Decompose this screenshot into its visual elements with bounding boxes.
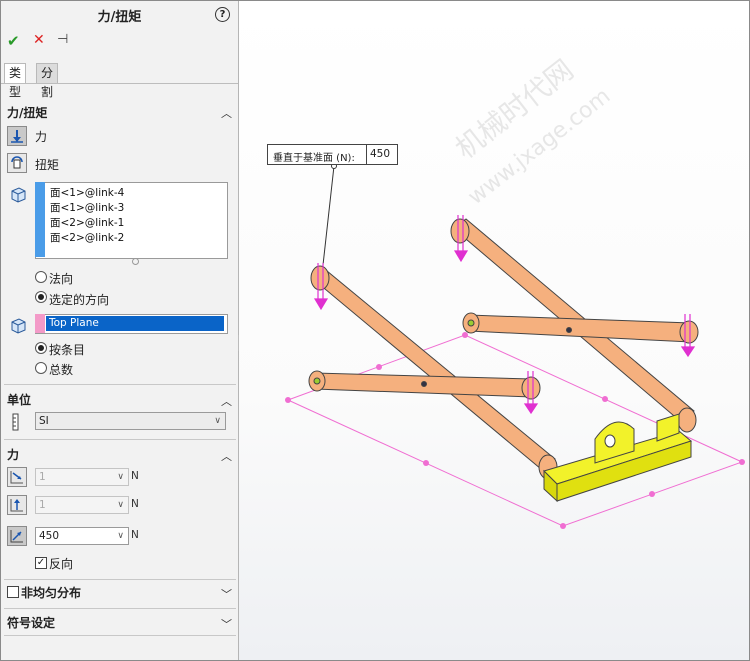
chevron-down-icon: ∨ xyxy=(117,531,124,541)
force-x-value: 1 xyxy=(39,471,46,483)
mechanism-links xyxy=(308,218,699,480)
force-z-value: 450 xyxy=(39,530,60,542)
force-callout[interactable]: 垂直于基准面 (N): 450 xyxy=(267,144,398,165)
resize-handle[interactable] xyxy=(132,258,139,265)
force-type-button[interactable] xyxy=(7,126,27,146)
section-header-force-torque[interactable]: 力/扭矩 xyxy=(7,104,47,121)
model-canvas: 机械时代网 www.jxage.com xyxy=(285,53,745,529)
direction-y-icon xyxy=(10,499,23,512)
list-item[interactable]: 面<2>@link-2 xyxy=(50,230,124,245)
plane-color-bar xyxy=(35,314,45,333)
face-selection-icon xyxy=(8,184,28,204)
divider xyxy=(4,579,236,580)
unit-system-value: SI xyxy=(39,415,49,427)
section-header-nonuniform[interactable]: 非均匀分布 xyxy=(21,584,81,601)
chevron-down-icon: ∨ xyxy=(214,416,221,426)
list-item[interactable]: 面<1>@link-3 xyxy=(50,200,124,215)
plane-value[interactable]: Top Plane xyxy=(46,316,224,331)
force-label: 力 xyxy=(35,130,48,144)
radio-selected-direction-label: 选定的方向 xyxy=(49,293,110,307)
nonuniform-checkbox[interactable] xyxy=(7,586,19,598)
panel-title: 力/扭矩 xyxy=(97,10,142,25)
direction-z-button[interactable] xyxy=(7,526,27,546)
face-selection-list[interactable]: 面<1>@link-4 面<1>@link-3 面<2>@link-1 面<2>… xyxy=(35,182,228,259)
divider xyxy=(4,608,236,609)
list-item[interactable]: 面<1>@link-4 xyxy=(50,185,124,200)
section-header-units[interactable]: 单位 xyxy=(7,391,31,408)
torque-label: 扭矩 xyxy=(35,158,60,172)
tab-divider xyxy=(1,83,238,84)
direction-z-icon xyxy=(10,530,23,543)
force-y-input[interactable]: 1 ∨ xyxy=(35,496,129,514)
chevron-up-icon[interactable]: ︿ xyxy=(221,393,232,409)
force-y-value: 1 xyxy=(39,499,46,511)
direction-y-button[interactable] xyxy=(7,495,27,515)
divider xyxy=(4,439,236,440)
chevron-down-icon: ∨ xyxy=(117,500,124,510)
plane-selection-icon xyxy=(8,315,28,335)
face-list-color-bar xyxy=(35,182,45,257)
graphics-viewport[interactable]: 机械时代网 www.jxage.com 垂直于基准面 (N): 450 xyxy=(239,1,749,660)
callout-value[interactable]: 450 xyxy=(366,145,397,164)
reverse-label: 反向 xyxy=(49,557,74,571)
divider xyxy=(4,635,236,636)
force-z-unit: N xyxy=(131,529,139,541)
ruler-icon xyxy=(11,413,21,434)
watermark: 机械时代网 www.jxage.com xyxy=(449,53,615,210)
pin-icon[interactable]: ⊣ xyxy=(57,32,68,47)
callout-label: 垂直于基准面 (N): xyxy=(273,153,355,164)
section-header-symbol[interactable]: 符号设定 xyxy=(7,614,55,631)
force-y-unit: N xyxy=(131,498,139,510)
reverse-checkbox[interactable]: ✓ xyxy=(35,557,47,569)
chevron-up-icon[interactable]: ︿ xyxy=(221,448,232,464)
tab-type[interactable]: 类型 xyxy=(4,63,27,99)
torque-type-button[interactable] xyxy=(7,153,27,173)
direction-x-button[interactable] xyxy=(7,467,27,487)
section-header-force[interactable]: 力 xyxy=(7,446,19,463)
chevron-down-icon: ∨ xyxy=(117,472,124,482)
chevron-down-icon[interactable]: ﹀ xyxy=(221,616,232,632)
force-z-input[interactable]: 450 ∨ xyxy=(35,527,129,545)
direction-x-icon xyxy=(10,471,23,484)
force-x-unit: N xyxy=(131,470,139,482)
radio-selected-direction[interactable] xyxy=(35,291,47,303)
radio-normal-label: 法向 xyxy=(49,272,74,286)
radio-per-item-label: 按条目 xyxy=(49,343,86,357)
radio-per-item[interactable] xyxy=(35,342,47,354)
watermark-text: 机械时代网 xyxy=(449,53,580,165)
radio-normal[interactable] xyxy=(35,271,47,283)
list-item[interactable]: 面<2>@link-1 xyxy=(50,215,124,230)
cancel-button[interactable]: ✕ xyxy=(33,32,45,48)
force-arrow-icon xyxy=(11,130,23,143)
property-manager-panel: 力/扭矩 ? ✔ ✕ ⊣ 类型 分割 力/扭矩 ︿ 力 扭矩 面<1>@link… xyxy=(1,1,239,660)
unit-system-select[interactable]: SI ∨ xyxy=(35,412,226,430)
radio-total[interactable] xyxy=(35,362,47,374)
help-icon[interactable]: ? xyxy=(215,7,230,22)
tab-split[interactable]: 分割 xyxy=(36,63,59,99)
divider xyxy=(4,384,236,385)
ok-button[interactable]: ✔ xyxy=(7,32,20,50)
chevron-down-icon[interactable]: ﹀ xyxy=(221,586,232,602)
torque-icon xyxy=(11,156,23,169)
chevron-up-icon[interactable]: ︿ xyxy=(221,105,232,121)
radio-total-label: 总数 xyxy=(49,363,74,377)
force-x-input[interactable]: 1 ∨ xyxy=(35,468,129,486)
